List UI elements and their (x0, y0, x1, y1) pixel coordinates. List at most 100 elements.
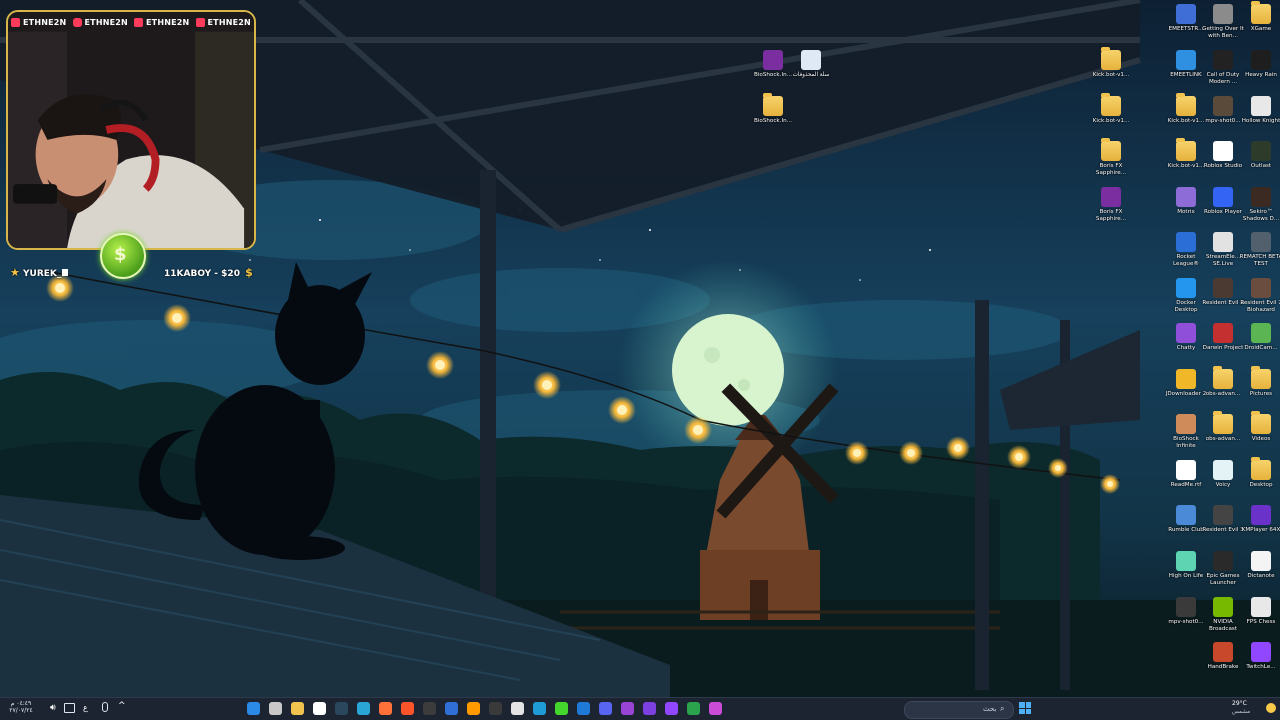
social-handle-text: ETHNE2N (23, 17, 67, 27)
weather-desc: مشمس (1232, 709, 1251, 715)
desktop-icon[interactable]: Docker Desktop (1166, 278, 1206, 313)
desktop-icon[interactable]: REMATCH BETA TEST (1240, 232, 1280, 267)
desktop-icon[interactable]: mpv-shot0... (1166, 597, 1206, 626)
desktop-icon[interactable]: JDownloader 2 (1166, 369, 1206, 398)
voicy-icon (1213, 460, 1233, 480)
desktop-icon[interactable]: DroidCam... (1241, 323, 1280, 352)
desktop-icon-label: Hollow Knight (1241, 118, 1280, 124)
re7-icon (1251, 278, 1271, 298)
desktop-icon[interactable]: FPS Chess (1241, 597, 1280, 626)
desktop-icon[interactable]: EMEETSTR... (1166, 4, 1206, 33)
desktop-icon[interactable]: obs-advan... (1203, 411, 1243, 443)
desktop-icon[interactable]: Voicy (1203, 460, 1243, 489)
social-handle-text: ETHNE2N (146, 17, 190, 27)
chatty-icon (1176, 323, 1196, 343)
camera-icon[interactable] (313, 702, 326, 715)
illustrator-icon[interactable] (467, 702, 480, 715)
desktop-icon[interactable]: Rumble Club (1166, 505, 1206, 534)
windows-start-icon[interactable] (1019, 702, 1031, 714)
desktop-icon[interactable]: Resident Evil 3 (1202, 505, 1244, 534)
desktop-icon[interactable]: Resident Evil 2 (1202, 278, 1244, 307)
desktop-icon[interactable]: BioShock Infinite (1166, 414, 1206, 449)
weather-widget[interactable]: 29°C مشمس (1232, 699, 1278, 720)
volume-icon[interactable]: 🔊︎ (50, 703, 56, 713)
video-icon[interactable] (489, 702, 502, 715)
app4-icon[interactable] (709, 702, 722, 715)
chrome-icon[interactable] (687, 702, 700, 715)
desktop-icon[interactable]: Sekiro™ Shadows D... (1241, 187, 1280, 222)
desktop-icon[interactable]: Resident Evil 7 Biohazard (1240, 278, 1280, 313)
desktop-icon[interactable]: Roblox Player (1203, 187, 1243, 216)
desktop-icon[interactable]: Desktop (1241, 457, 1280, 489)
desktop-icon[interactable]: StreamEle... SE.Live (1203, 232, 1243, 267)
files-icon[interactable] (291, 702, 304, 715)
desktop-icon[interactable]: Boris FX Sapphire... (1091, 138, 1131, 176)
desktop-icon[interactable]: Pictures (1241, 366, 1280, 398)
kick-icon[interactable] (555, 702, 568, 715)
folder-icon (1251, 1, 1271, 24)
brave-icon[interactable] (401, 702, 414, 715)
desktop-icon[interactable]: TwitchLe... (1241, 642, 1280, 671)
desktop-icon[interactable]: HandBrake (1203, 642, 1243, 671)
desktop-icon[interactable]: Kick.bot-v1... (1091, 47, 1131, 79)
desktop-icon[interactable]: mpv-shot0... (1203, 96, 1243, 125)
desktop-icon[interactable]: Hollow Knight (1241, 96, 1280, 125)
desktop-icon[interactable]: Getting Over It with Ben... (1202, 4, 1244, 39)
desktop-icon[interactable]: Roblox Studio (1203, 141, 1243, 170)
chevron-up-icon[interactable]: ^ (118, 701, 126, 711)
document-icon (1176, 460, 1196, 480)
vs-icon[interactable] (577, 702, 590, 715)
star-icon: ★ (10, 266, 20, 279)
sheets-icon[interactable] (533, 702, 546, 715)
desktop-icon[interactable]: Outlast (1241, 141, 1280, 170)
desktop-icon[interactable]: Motrix (1166, 187, 1206, 216)
app3-icon[interactable] (643, 702, 656, 715)
nvidia-icon (1213, 597, 1233, 617)
mic-icon[interactable] (102, 702, 108, 712)
desktop-icon[interactable]: BioShock.In... (753, 50, 793, 79)
desktop-icon[interactable]: Darwin Project (1203, 323, 1243, 352)
image-icon (1213, 96, 1233, 116)
desktop-icon[interactable]: Kick.bot-v1... (1091, 93, 1131, 125)
obs-icon[interactable] (423, 702, 436, 715)
desktop-icon[interactable]: Heavy Rain (1241, 50, 1280, 79)
desktop-icon-label: BioShock.In... (754, 118, 792, 124)
social-handles-bar: ETHNE2N ETHNE2N ETHNE2N ETHNE2N (8, 12, 254, 32)
steam-icon[interactable] (335, 702, 348, 715)
language-indicator[interactable]: ع (83, 703, 88, 712)
desktop-icon[interactable]: NVIDIA Broadcast (1203, 597, 1243, 632)
desktop-icon[interactable]: Chatty (1166, 323, 1206, 352)
clock[interactable]: ٠٤:٤٩ م ٢٧/٠٧/٢٤ (6, 700, 36, 714)
folder-icon (763, 93, 783, 116)
desktop-icon[interactable]: BioShock.In... (753, 93, 793, 125)
desktop-icon[interactable]: KMPlayer 64X (1241, 505, 1280, 534)
taskbar-search[interactable]: ⌕ بحث (904, 701, 1014, 719)
re2-icon (1213, 278, 1233, 298)
start-icon[interactable] (247, 702, 260, 715)
desktop-icon[interactable]: ReadMe.rtf (1166, 460, 1206, 489)
notes-icon[interactable] (511, 702, 524, 715)
twitch-icon[interactable] (665, 702, 678, 715)
desktop-icon[interactable]: Rocket League® (1166, 232, 1206, 267)
discord-icon[interactable] (599, 702, 612, 715)
network-icon[interactable] (64, 703, 75, 713)
social-handle: ETHNE2N (195, 17, 251, 27)
edge-icon[interactable] (357, 702, 370, 715)
app-icon[interactable] (445, 702, 458, 715)
desktop-icon[interactable]: Epic Games Launcher (1203, 551, 1243, 586)
desktop-icon[interactable]: EMEETLINK (1166, 50, 1206, 79)
app2-icon[interactable] (621, 702, 634, 715)
desktop-icon[interactable]: Videos (1241, 411, 1280, 443)
taskview-icon[interactable] (269, 702, 282, 715)
desktop-icon[interactable]: High On Life (1166, 551, 1206, 580)
firefox-icon[interactable] (379, 702, 392, 715)
desktop-icon[interactable]: Kick.bot-v1... (1166, 93, 1206, 125)
desktop-icon-label: Boris FX Sapphire... (1095, 209, 1127, 222)
desktop-icon[interactable]: سلة المحذوفات (791, 50, 831, 79)
desktop-icon[interactable]: XGame (1241, 1, 1280, 33)
desktop-icon[interactable]: Dictanote (1241, 551, 1280, 580)
desktop-icon[interactable]: Call of Duty Modern ... (1203, 50, 1243, 85)
desktop-icon[interactable]: obs-advan... (1203, 366, 1243, 398)
desktop-icon[interactable]: Boris FX Sapphire... (1091, 187, 1131, 222)
desktop-icon[interactable]: Kick.bot-v1... (1166, 138, 1206, 170)
